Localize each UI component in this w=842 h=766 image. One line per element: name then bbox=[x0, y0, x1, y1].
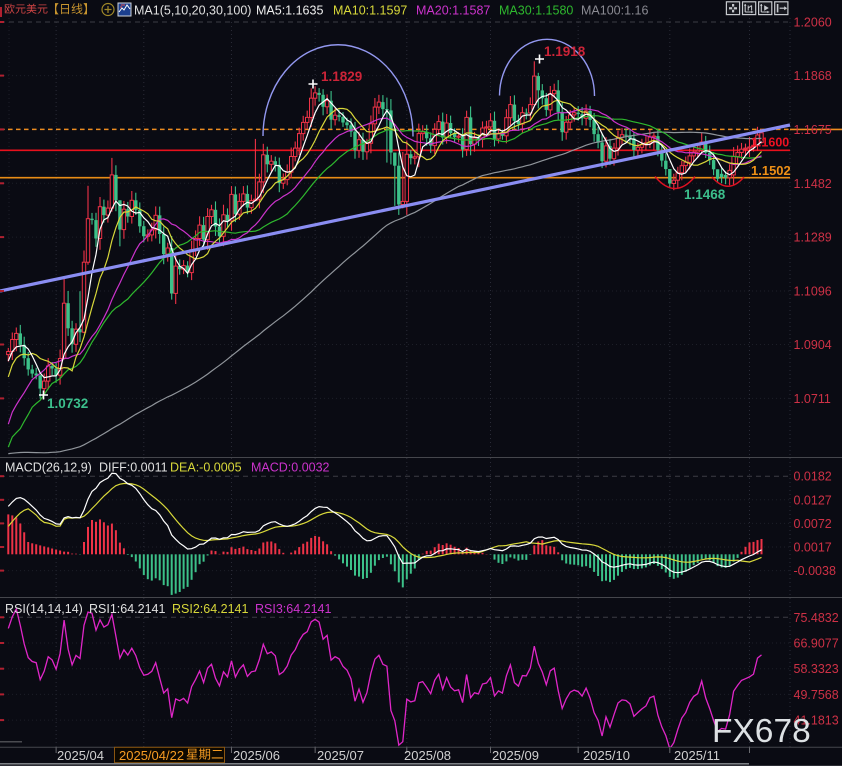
svg-text:1.0904: 1.0904 bbox=[794, 338, 832, 352]
svg-text:2025/09: 2025/09 bbox=[492, 748, 539, 763]
svg-text:1.1482: 1.1482 bbox=[794, 177, 832, 191]
svg-text:1.1468: 1.1468 bbox=[684, 187, 726, 202]
svg-text:1.0732: 1.0732 bbox=[47, 396, 88, 411]
svg-text:2025/07: 2025/07 bbox=[317, 748, 364, 763]
svg-text:1.1918: 1.1918 bbox=[544, 44, 586, 59]
svg-text:2025/06: 2025/06 bbox=[233, 748, 280, 763]
svg-text:0.0127: 0.0127 bbox=[794, 493, 832, 507]
svg-text:2025/10: 2025/10 bbox=[583, 748, 630, 763]
svg-text:2025/04: 2025/04 bbox=[57, 748, 104, 763]
svg-text:2025/04/22: 2025/04/22 bbox=[119, 748, 184, 763]
svg-text:MACD(26,12,9): MACD(26,12,9) bbox=[5, 461, 92, 475]
svg-text:DIFF:0.0011: DIFF:0.0011 bbox=[99, 461, 168, 475]
svg-text:-0.0038: -0.0038 bbox=[794, 564, 836, 578]
svg-text:1.0711: 1.0711 bbox=[794, 392, 831, 406]
svg-text:RSI2:64.2141: RSI2:64.2141 bbox=[172, 602, 248, 616]
svg-text:RSI1:64.2141: RSI1:64.2141 bbox=[89, 602, 165, 616]
svg-text:1.1502: 1.1502 bbox=[751, 163, 791, 178]
svg-text:1.1675: 1.1675 bbox=[794, 123, 832, 137]
svg-text:MA100:1.16: MA100:1.16 bbox=[581, 4, 648, 18]
svg-text:DEA:-0.0005: DEA:-0.0005 bbox=[170, 461, 242, 475]
svg-text:MACD:0.0032: MACD:0.0032 bbox=[251, 461, 330, 475]
svg-text:MA30:1.1580: MA30:1.1580 bbox=[499, 4, 573, 18]
svg-text:1.1096: 1.1096 bbox=[794, 284, 832, 298]
svg-text:58.3323: 58.3323 bbox=[794, 662, 839, 676]
svg-text:75.4832: 75.4832 bbox=[794, 611, 839, 625]
svg-text:1.1289: 1.1289 bbox=[794, 231, 832, 245]
svg-text:MA10:1.1597: MA10:1.1597 bbox=[333, 4, 407, 18]
svg-text:1.1829: 1.1829 bbox=[321, 69, 362, 84]
svg-text:RSI3:64.2141: RSI3:64.2141 bbox=[255, 602, 331, 616]
svg-text:1.1868: 1.1868 bbox=[794, 69, 832, 83]
svg-text:1.1600: 1.1600 bbox=[751, 136, 789, 150]
svg-text:2025/08: 2025/08 bbox=[404, 748, 451, 763]
svg-text:66.9077: 66.9077 bbox=[794, 637, 839, 651]
svg-text:MA1(5,10,20,30,100): MA1(5,10,20,30,100) bbox=[134, 4, 251, 18]
svg-text:0.0072: 0.0072 bbox=[794, 517, 832, 531]
svg-text:2025/11: 2025/11 bbox=[674, 748, 720, 763]
svg-text:49.7568: 49.7568 bbox=[794, 688, 839, 702]
svg-text:MA20:1.1587: MA20:1.1587 bbox=[416, 4, 490, 18]
svg-text:0.0017: 0.0017 bbox=[794, 541, 832, 555]
svg-text:0.0182: 0.0182 bbox=[794, 470, 832, 484]
svg-text:FX678: FX678 bbox=[712, 713, 811, 750]
svg-text:MA5:1.1635: MA5:1.1635 bbox=[256, 4, 323, 18]
svg-text:RSI(14,14,14): RSI(14,14,14) bbox=[5, 602, 83, 616]
svg-text:1.2060: 1.2060 bbox=[794, 16, 832, 30]
